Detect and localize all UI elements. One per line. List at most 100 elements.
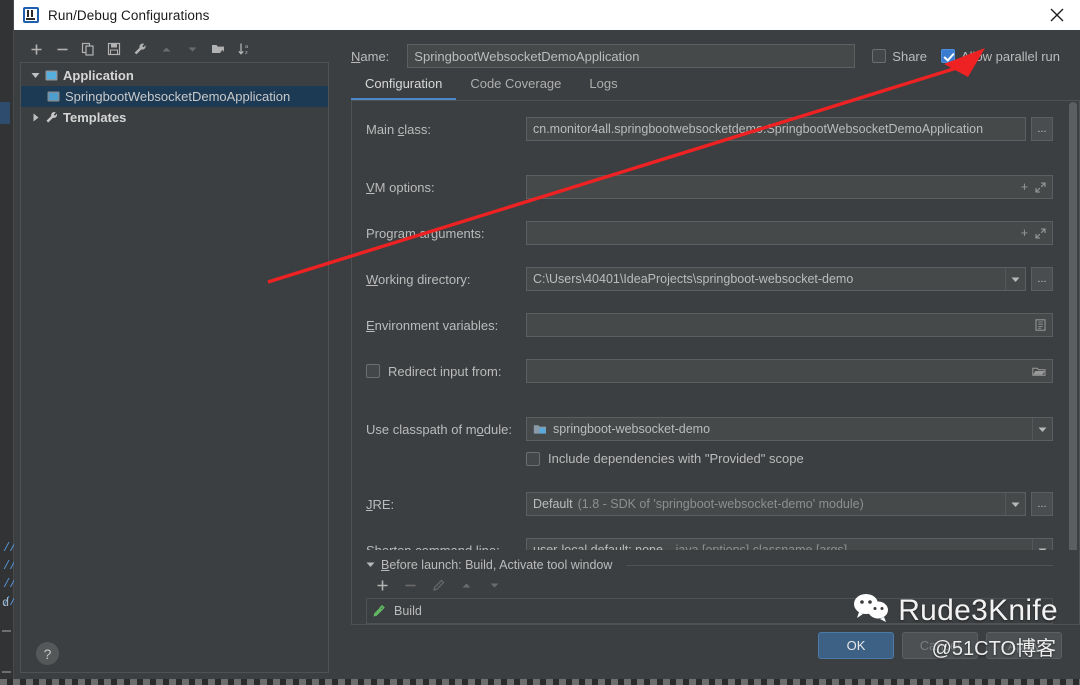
application-icon: [45, 90, 62, 103]
use-classpath-of-module-value: springboot-websocket-demo: [553, 422, 711, 436]
module-icon: [533, 423, 547, 436]
ide-fold-mark: [2, 671, 11, 673]
name-label: Name:: [351, 48, 390, 64]
before-launch-remove-button[interactable]: [398, 574, 422, 596]
before-launch-add-button[interactable]: [370, 574, 394, 596]
cancel-button[interactable]: Cancel: [902, 631, 978, 659]
copy-configuration-button[interactable]: [76, 38, 100, 60]
svg-text:z: z: [245, 50, 248, 56]
share-checkbox-box[interactable]: [872, 49, 887, 63]
dialog-button-bar: OK Cancel Apply: [337, 625, 1080, 679]
working-directory-value: C:\Users\40401\IdeaProjects\springboot-w…: [533, 272, 854, 286]
program-arguments-input[interactable]: +: [526, 221, 1053, 245]
include-provided-scope-row: Include dependencies with "Provided" sco…: [366, 451, 1053, 466]
jre-value-hint: (1.8 - SDK of 'springboot-websocket-demo…: [577, 497, 864, 511]
before-launch-move-up-button[interactable]: [454, 574, 478, 596]
vm-options-adornments: +: [1013, 176, 1046, 198]
use-classpath-of-module-dropdown-icon[interactable]: [1032, 418, 1052, 440]
shorten-command-line-label: Shorten command line:: [366, 542, 500, 551]
move-down-button[interactable]: [180, 38, 204, 60]
program-arguments-adornments: +: [1013, 222, 1046, 244]
shorten-command-line-input[interactable]: user-local default: none - java [options…: [526, 538, 1053, 550]
before-launch-task-label: Build: [394, 604, 422, 618]
add-configuration-button[interactable]: [24, 38, 48, 60]
new-folder-button[interactable]: [206, 38, 230, 60]
before-launch-header: Before launch: Build, Activate tool wind…: [366, 558, 1053, 572]
tree-node-application[interactable]: Application: [21, 65, 328, 86]
edit-templates-button[interactable]: [128, 38, 152, 60]
working-directory-browse-button[interactable]: ...: [1031, 267, 1053, 291]
environment-variables-row: Environment variables:: [366, 313, 1053, 337]
before-launch-move-down-button[interactable]: [482, 574, 506, 596]
main-class-row: Main class: cn.monitor4all.springbootweb…: [366, 117, 1053, 141]
redirect-input-checkbox[interactable]: [366, 364, 380, 378]
allow-parallel-run-checkbox[interactable]: Allow parallel run: [941, 49, 1060, 64]
tree-node-templates[interactable]: Templates: [21, 107, 328, 128]
allow-parallel-run-checkbox-box[interactable]: [941, 49, 955, 63]
shorten-command-line-row: Shorten command line: user-local default…: [366, 538, 1053, 550]
shorten-command-line-value: user-local default: none: [533, 543, 663, 550]
name-input[interactable]: [407, 44, 856, 68]
before-launch-task-list[interactable]: Build: [366, 598, 1053, 624]
dialog-titlebar: Run/Debug Configurations: [14, 0, 1080, 30]
ide-tool-window-accent: [0, 102, 10, 124]
chevron-down-icon[interactable]: [27, 71, 43, 80]
redirect-input-folder-icon[interactable]: [1032, 365, 1046, 377]
vm-options-expand-icon[interactable]: [1035, 181, 1046, 193]
ide-text-fragment: d: [2, 596, 10, 610]
vm-options-input[interactable]: +: [526, 175, 1053, 199]
save-configuration-button[interactable]: [102, 38, 126, 60]
configurations-tree[interactable]: Application SpringbootWebsocketDemoAppli…: [20, 62, 329, 673]
environment-variables-input[interactable]: [526, 313, 1053, 337]
main-class-browse-button[interactable]: ...: [1031, 117, 1053, 141]
redirect-input-field[interactable]: [526, 359, 1053, 383]
environment-variables-editor-icon[interactable]: [1035, 319, 1046, 331]
jre-input[interactable]: Default (1.8 - SDK of 'springboot-websoc…: [526, 492, 1026, 516]
program-arguments-expand-icon[interactable]: [1035, 227, 1046, 239]
working-directory-dropdown-icon[interactable]: [1005, 268, 1025, 290]
chevron-down-icon[interactable]: [366, 558, 375, 572]
tab-code-coverage[interactable]: Code Coverage: [456, 76, 575, 100]
program-arguments-row: Program arguments: +: [366, 221, 1053, 245]
build-hammer-icon: [373, 603, 387, 620]
configuration-scrollbar-thumb[interactable]: [1069, 102, 1077, 550]
working-directory-input[interactable]: C:\Users\40401\IdeaProjects\springboot-w…: [526, 267, 1026, 291]
name-row: Name: Share Allow parallel run: [337, 30, 1080, 70]
intellij-idea-icon: [23, 7, 39, 23]
ide-status-strip: [0, 679, 1080, 685]
redirect-input-label-wrap: Redirect input from:: [366, 364, 526, 379]
redirect-input-row: Redirect input from:: [366, 359, 1053, 383]
remove-configuration-button[interactable]: [50, 38, 74, 60]
ok-button[interactable]: OK: [818, 631, 894, 659]
configurations-toolbar: az: [20, 36, 329, 62]
include-provided-scope-label: Include dependencies with "Provided" sco…: [548, 451, 804, 466]
help-button[interactable]: ?: [36, 642, 59, 665]
shorten-command-line-dropdown-icon[interactable]: [1032, 539, 1052, 550]
tree-node-springboot-websocket-demo-application[interactable]: SpringbootWebsocketDemoApplication: [21, 86, 328, 107]
sort-configurations-button[interactable]: az: [232, 38, 256, 60]
include-provided-scope-checkbox[interactable]: [526, 451, 540, 466]
configuration-scrollbar[interactable]: [1068, 102, 1078, 550]
chevron-right-icon[interactable]: [27, 113, 43, 122]
tab-logs[interactable]: Logs: [575, 76, 631, 100]
dialog-body: az Application SpringbootWebsocketDemoAp…: [14, 30, 1080, 679]
tab-configuration[interactable]: Configuration: [351, 76, 457, 100]
use-classpath-of-module-input[interactable]: springboot-websocket-demo: [526, 417, 1053, 441]
apply-button[interactable]: Apply: [986, 631, 1062, 659]
jre-browse-button[interactable]: ...: [1031, 492, 1053, 516]
jre-dropdown-icon[interactable]: [1005, 493, 1025, 515]
share-checkbox[interactable]: Share: [872, 49, 927, 64]
program-arguments-add-icon[interactable]: +: [1021, 222, 1028, 244]
vm-options-add-icon[interactable]: +: [1021, 176, 1028, 198]
environment-variables-adornments: [1027, 319, 1046, 331]
before-launch-divider: [626, 564, 1053, 566]
before-launch-edit-button[interactable]: [426, 574, 450, 596]
jre-row: JRE: Default (1.8 - SDK of 'springboot-w…: [366, 492, 1053, 516]
close-icon[interactable]: [1034, 0, 1080, 30]
main-class-input[interactable]: cn.monitor4all.springbootwebsocketdemo.S…: [526, 117, 1026, 141]
run-debug-configurations-dialog: Run/Debug Configurations a z Application…: [14, 0, 1080, 679]
configurations-panel: az Application SpringbootWebsocketDemoAp…: [14, 30, 337, 679]
move-up-button[interactable]: [154, 38, 178, 60]
allow-parallel-run-checkbox-label: Allow parallel run: [961, 48, 1060, 64]
share-checkbox-label: Share: [892, 48, 927, 64]
